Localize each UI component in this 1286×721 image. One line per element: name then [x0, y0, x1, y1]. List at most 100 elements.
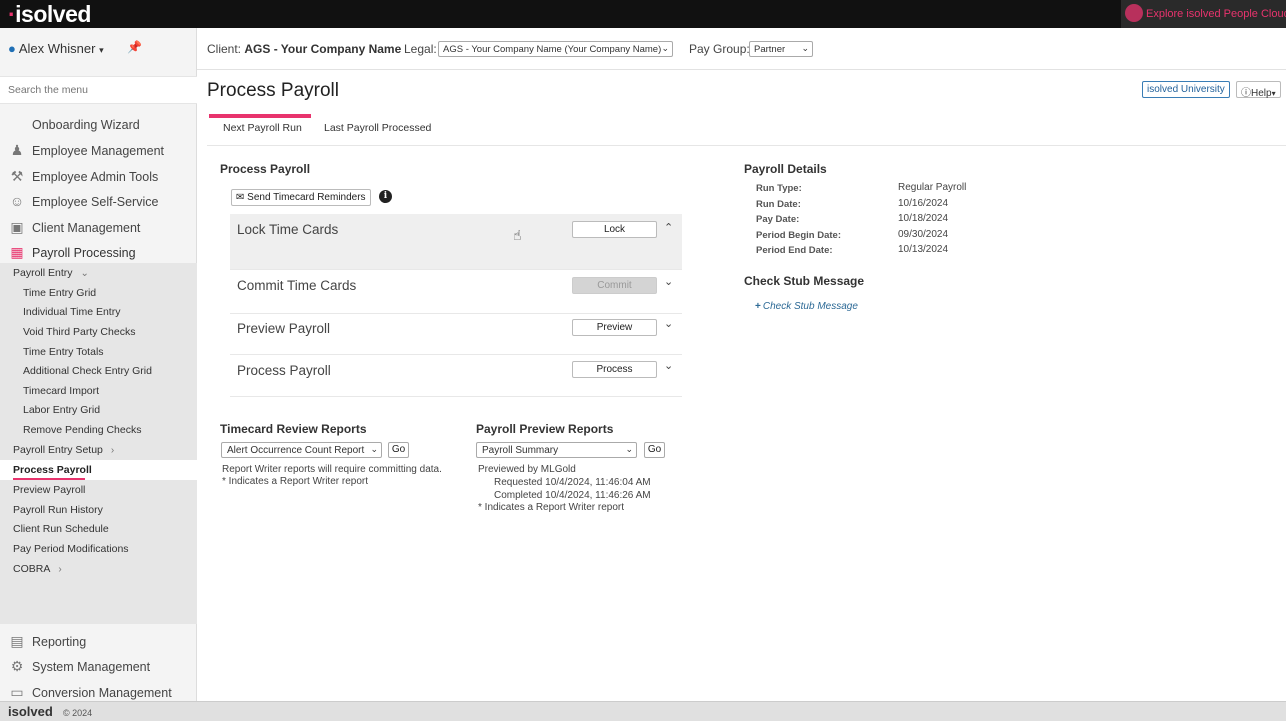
gear-icon: ⚙	[10, 658, 24, 674]
pay-date-value: 10/18/2024	[898, 213, 949, 224]
chevron-down-icon: ⌄	[625, 444, 633, 454]
nav-payroll-run-history[interactable]: Payroll Run History	[13, 504, 103, 516]
nav-system-management[interactable]: ⚙ System Management	[0, 654, 197, 680]
nav-payroll-entry[interactable]: Payroll Entry ⌄	[13, 267, 89, 279]
nav-label: Payroll Processing	[32, 246, 136, 260]
calculator-icon: ▦	[10, 244, 24, 260]
nav-labor-entry-grid[interactable]: Labor Entry Grid	[23, 404, 100, 416]
help-label: Help	[1251, 88, 1272, 99]
chevron-up-icon[interactable]: ⌃	[664, 221, 673, 234]
active-underline	[13, 478, 85, 480]
user-menu[interactable]: ● Alex Whisner ▾	[8, 41, 104, 56]
tab-last-payroll-processed[interactable]: Last Payroll Processed	[324, 122, 431, 134]
chevron-down-icon: ⌄	[80, 268, 89, 279]
legal-select[interactable]: AGS - Your Company Name (Your Company Na…	[438, 41, 673, 57]
period-end-label: Period End Date:	[756, 245, 833, 256]
nav-additional-check-entry-grid[interactable]: Additional Check Entry Grid	[23, 365, 152, 377]
chevron-down-icon[interactable]: ⌄	[664, 275, 673, 288]
menu-search	[0, 76, 197, 104]
footer: isolved © 2024	[0, 701, 1286, 721]
step-lock-time-cards: Lock Time Cards Lock ⌃	[230, 214, 682, 270]
nav-timecard-import[interactable]: Timecard Import	[23, 385, 99, 397]
payroll-details-heading: Payroll Details	[744, 162, 827, 176]
people-icon: ♟	[10, 142, 24, 158]
nav-pay-period-modifications[interactable]: Pay Period Modifications	[13, 543, 129, 555]
add-check-stub-message-link[interactable]: + Check Stub Message	[755, 301, 858, 312]
send-timecard-reminders-button[interactable]: ✉ Send Timecard Reminders	[231, 189, 371, 206]
chevron-down-icon: ⌄	[370, 444, 378, 454]
menu-search-input[interactable]	[8, 84, 188, 96]
chevron-down-icon[interactable]: ⌄	[664, 317, 673, 330]
button-label: Send Timecard Reminders	[247, 192, 366, 203]
legal-label: Legal:	[404, 42, 437, 56]
process-button[interactable]: Process	[572, 361, 657, 378]
help-button[interactable]: ⓘHelp▾	[1236, 81, 1281, 99]
top-bar: ·isolved Explore isolved People Cloud	[0, 0, 1286, 28]
chevron-down-icon[interactable]: ⌄	[664, 359, 673, 372]
selected-report: Payroll Summary	[482, 445, 559, 456]
preview-go-button[interactable]: Go	[644, 442, 665, 458]
nav-preview-payroll[interactable]: Preview Payroll	[13, 484, 85, 496]
run-type-label: Run Type:	[756, 183, 802, 194]
nav-employee-management[interactable]: ♟ Employee Management	[0, 138, 197, 164]
run-date-value: 10/16/2024	[898, 198, 949, 209]
nav-label: Payroll Entry	[13, 267, 73, 279]
nav-process-payroll[interactable]: Process Payroll	[13, 464, 92, 480]
paygroup-select[interactable]: Partner ⌄	[749, 41, 813, 57]
selected-report: Alert Occurrence Count Report	[227, 445, 365, 456]
wrench-icon: ⚒	[10, 168, 24, 184]
nav-employee-admin-tools[interactable]: ⚒ Employee Admin Tools	[0, 164, 197, 190]
nav-cobra[interactable]: COBRA ›	[13, 563, 62, 575]
tabs-divider	[207, 145, 1286, 146]
chevron-down-icon: ▾	[99, 45, 104, 55]
nav-label: Employee Self-Service	[32, 195, 159, 209]
explore-people-cloud-link[interactable]: Explore isolved People Cloud	[1121, 0, 1286, 28]
page-title: Process Payroll	[207, 80, 339, 101]
chevron-right-icon: ›	[58, 564, 62, 575]
client-selector[interactable]: Client: AGS - Your Company Name	[207, 42, 401, 56]
copyright: © 2024	[63, 708, 93, 718]
nav-label: System Management	[32, 660, 151, 674]
requested-time: Requested 10/4/2024, 11:46:04 AM	[494, 477, 651, 488]
person-icon: ☺	[9, 193, 25, 209]
run-type-value: Regular Payroll	[898, 182, 967, 193]
briefcase-icon: ▣	[10, 219, 24, 235]
commit-button[interactable]: Commit	[572, 277, 657, 294]
step-name: Commit Time Cards	[237, 278, 357, 293]
nav-time-entry-grid[interactable]: Time Entry Grid	[23, 287, 96, 299]
lock-button[interactable]: Lock	[572, 221, 657, 238]
nav-label: Employee Management	[32, 144, 165, 158]
tab-next-payroll-run[interactable]: Next Payroll Run	[223, 122, 302, 134]
info-icon[interactable]: i	[379, 190, 392, 203]
nav-void-third-party-checks[interactable]: Void Third Party Checks	[23, 326, 135, 338]
pay-date-label: Pay Date:	[756, 214, 800, 225]
legal-value: AGS - Your Company Name (Your Company Na…	[443, 44, 662, 55]
nav-onboarding-wizard[interactable]: Onboarding Wizard	[0, 112, 197, 138]
timecard-report-select[interactable]: Alert Occurrence Count Report ⌄	[221, 442, 382, 458]
report-writer-footnote: * Indicates a Report Writer report	[222, 476, 368, 487]
timecard-go-button[interactable]: Go	[388, 442, 409, 458]
check-stub-heading: Check Stub Message	[744, 274, 865, 288]
period-begin-label: Period Begin Date:	[756, 230, 841, 241]
nav-reporting[interactable]: ▤ Reporting	[0, 629, 197, 655]
help-icon: ⓘ	[1241, 88, 1251, 99]
footer-logo: isolved	[8, 704, 53, 719]
nav-remove-pending-checks[interactable]: Remove Pending Checks	[23, 424, 141, 436]
monitor-icon: ▭	[10, 684, 24, 700]
preview-button[interactable]: Preview	[572, 319, 657, 336]
nav-client-run-schedule[interactable]: Client Run Schedule	[13, 523, 109, 535]
nav-label: Conversion Management	[32, 686, 172, 700]
isolved-university-button[interactable]: isolved University	[1142, 81, 1230, 98]
nav-payroll-entry-setup[interactable]: Payroll Entry Setup ›	[13, 444, 114, 456]
isolved-logo[interactable]: ·isolved	[8, 1, 91, 28]
nav-time-entry-totals[interactable]: Time Entry Totals	[23, 346, 104, 358]
step-process-payroll: Process Payroll Process ⌄	[230, 355, 682, 397]
nav-employee-self-service[interactable]: ☺ Employee Self-Service	[0, 189, 197, 215]
nav-client-management[interactable]: ▣ Client Management	[0, 215, 197, 241]
people-cloud-icon	[1125, 4, 1143, 22]
nav-individual-time-entry[interactable]: Individual Time Entry	[23, 306, 120, 318]
timecard-review-reports-heading: Timecard Review Reports	[220, 422, 367, 436]
pin-icon[interactable]: 📌	[127, 40, 142, 54]
preview-report-select[interactable]: Payroll Summary ⌄	[476, 442, 637, 458]
period-begin-value: 09/30/2024	[898, 229, 949, 240]
